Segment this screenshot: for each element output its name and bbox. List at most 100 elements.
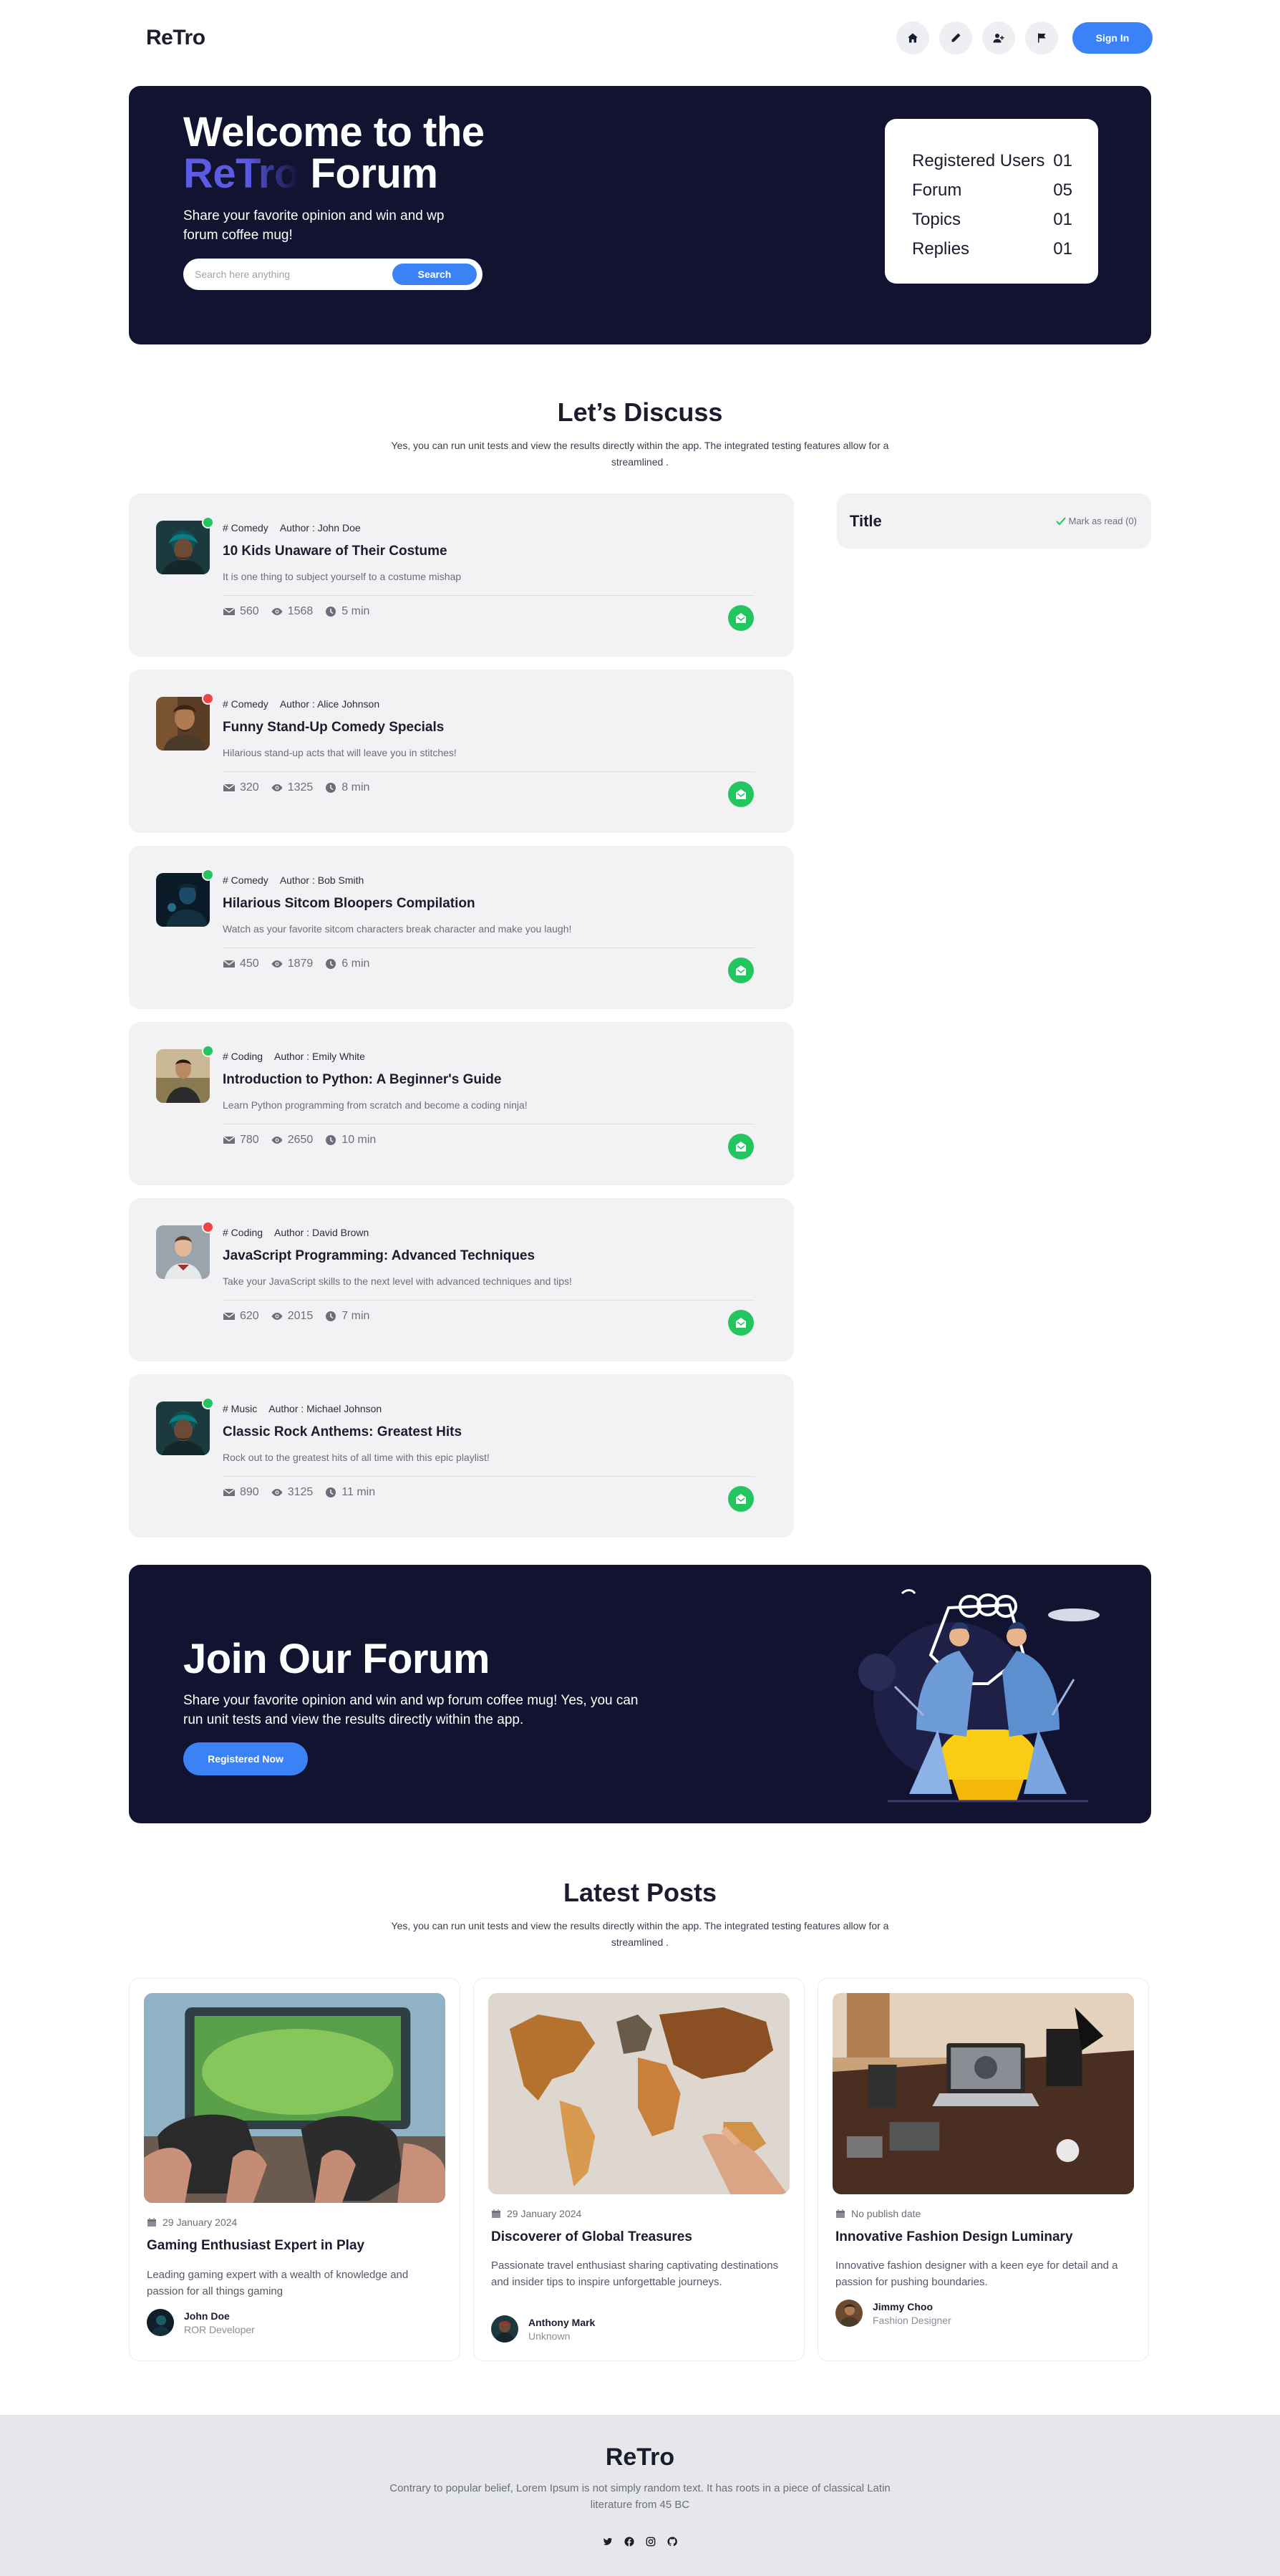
views-count: 2015 [271, 1310, 313, 1323]
post-author: John Doe ROR Developer [147, 2309, 255, 2336]
topic-author: Author : Alice Johnson [279, 698, 380, 710]
topic-author: Author : David Brown [274, 1227, 369, 1238]
clock-icon [326, 1487, 336, 1497]
author-name[interactable]: Anthony Mark [528, 2317, 595, 2328]
topic-avatar [156, 1397, 214, 1455]
topic-tag[interactable]: # Comedy [223, 522, 268, 534]
post-title[interactable]: Innovative Fashion Design Luminary [835, 2229, 1073, 2245]
mark-as-read-link[interactable]: Mark as read (0) [1055, 516, 1137, 526]
online-status-dot [202, 1397, 214, 1409]
post-card[interactable]: 29 January 2024 Gaming Enthusiast Expert… [129, 1978, 460, 2361]
author-name[interactable]: Jimmy Choo [873, 2301, 951, 2312]
post-date: 29 January 2024 [491, 2208, 581, 2219]
topic-tag[interactable]: # Comedy [223, 698, 268, 710]
stat-label: Topics [912, 210, 961, 229]
clock-icon [326, 959, 336, 969]
sign-in-button[interactable]: Sign In [1072, 22, 1153, 54]
topic-title[interactable]: Introduction to Python: A Beginner's Gui… [223, 1072, 501, 1088]
footer-brand[interactable]: ReTro [0, 2444, 1280, 2471]
topic-author: Author : Emily White [274, 1051, 365, 1062]
latest-header: Latest Posts Yes, you can run unit tests… [0, 1878, 1280, 1951]
read-time: 8 min [324, 781, 369, 794]
read-time: 5 min [324, 605, 369, 618]
post-image-gaming [144, 1993, 445, 2203]
clock-icon [326, 1135, 336, 1145]
author-role: Unknown [528, 2330, 571, 2342]
mark-read-icon[interactable] [727, 1134, 754, 1159]
forum-stats-card: Registered Users 01 Forum 05 Topics 01 Repl… [885, 119, 1098, 284]
mark-read-icon[interactable] [727, 605, 754, 631]
latest-posts: 29 January 2024 Gaming Enthusiast Expert… [129, 1978, 1151, 2361]
views-count: 3125 [271, 1486, 313, 1499]
topic-title[interactable]: Hilarious Sitcom Bloopers Compilation [223, 896, 475, 912]
post-description: Passionate travel enthusiast sharing cap… [491, 2259, 779, 2288]
brand-logo[interactable]: ReTro [146, 26, 205, 50]
author-name[interactable]: John Doe [184, 2310, 255, 2322]
github-icon[interactable] [666, 2536, 678, 2547]
post-image-world-map [488, 1993, 790, 2194]
flag-icon[interactable] [1025, 21, 1058, 54]
topic-description: Take your JavaScript skills to the next … [223, 1275, 572, 1287]
calendar-icon [147, 2218, 156, 2227]
topic-author: Author : Bob Smith [279, 874, 364, 886]
topic-description: Rock out to the greatest hits of all tim… [223, 1452, 490, 1463]
envelope-icon [223, 1312, 236, 1320]
topic-card[interactable]: # Coding Author : Emily White Introductio… [129, 1022, 794, 1185]
topic-description: It is one thing to subject yourself to a… [223, 571, 462, 582]
views-count: 1879 [271, 957, 313, 970]
register-now-button[interactable]: Registered Now [183, 1742, 308, 1775]
topic-meta: # Comedy Author : Alice Johnson [223, 698, 379, 710]
topic-meta: # Coding Author : David Brown [223, 1227, 369, 1238]
instagram-icon[interactable] [645, 2536, 656, 2547]
stat-value: 01 [1053, 210, 1072, 229]
mark-read-icon[interactable] [727, 957, 754, 983]
discuss-title: Let’s Discuss [557, 397, 723, 427]
hero-title-rest: Forum [299, 150, 438, 197]
footer: ReTro Contrary to popular belief, Lorem … [0, 2415, 1280, 2576]
topic-title[interactable]: Classic Rock Anthems: Greatest Hits [223, 1424, 462, 1440]
post-card[interactable]: 29 January 2024 Discoverer of Global Tre… [473, 1978, 805, 2361]
hero-title-line1: Welcome to the [183, 109, 485, 155]
search-input[interactable] [195, 269, 392, 280]
topic-stats: 620 2015 7 min [223, 1310, 369, 1323]
search-button[interactable]: Search [392, 264, 477, 285]
post-title[interactable]: Discoverer of Global Treasures [491, 2229, 692, 2245]
topic-avatar [156, 516, 214, 574]
author-role: ROR Developer [184, 2323, 255, 2335]
discuss-header: Let’s Discuss Yes, you can run unit test… [0, 397, 1280, 471]
replies-count: 560 [223, 605, 259, 618]
post-title[interactable]: Gaming Enthusiast Expert in Play [147, 2238, 364, 2254]
post-card[interactable]: No publish date Innovative Fashion Desig… [818, 1978, 1149, 2361]
topic-tag[interactable]: # Comedy [223, 874, 268, 886]
twitter-icon[interactable] [602, 2536, 614, 2547]
mark-read-icon[interactable] [727, 1310, 754, 1336]
topic-stats: 320 1325 8 min [223, 781, 369, 794]
topic-tag[interactable]: # Coding [223, 1227, 263, 1238]
topic-title[interactable]: 10 Kids Unaware of Their Costume [223, 544, 447, 559]
envelope-icon [223, 960, 236, 968]
topic-card[interactable]: # Comedy Author : Bob Smith Hilarious Sit… [129, 846, 794, 1009]
online-status-dot [202, 1045, 214, 1057]
facebook-icon[interactable] [624, 2536, 635, 2547]
envelope-icon [223, 783, 236, 791]
user-plus-icon[interactable] [982, 21, 1015, 54]
eye-icon [271, 1313, 283, 1320]
join-title: Join Our Forum [183, 1636, 490, 1682]
home-icon[interactable] [896, 21, 929, 54]
eye-icon [271, 608, 283, 615]
topic-tag[interactable]: # Music [223, 1403, 257, 1414]
topic-card[interactable]: # Comedy Author : Alice Johnson Funny Sta… [129, 670, 794, 833]
pencil-icon[interactable] [939, 21, 972, 54]
join-subtitle: Share your favorite opinion and win and … [183, 1693, 639, 1727]
author-role: Fashion Designer [873, 2314, 951, 2326]
stat-label: Forum [912, 180, 962, 200]
topic-title[interactable]: Funny Stand-Up Comedy Specials [223, 720, 444, 735]
topic-card[interactable]: # Comedy Author : John Doe 10 Kids Unawar… [129, 493, 794, 657]
topic-tag[interactable]: # Coding [223, 1051, 263, 1062]
mark-read-icon[interactable] [727, 1486, 754, 1512]
author-avatar [147, 2309, 174, 2336]
mark-read-icon[interactable] [727, 781, 754, 807]
topic-card[interactable]: # Music Author : Michael Johnson Classic … [129, 1374, 794, 1538]
topic-title[interactable]: JavaScript Programming: Advanced Techniq… [223, 1248, 535, 1264]
topic-card[interactable]: # Coding Author : David Brown JavaScript … [129, 1198, 794, 1361]
